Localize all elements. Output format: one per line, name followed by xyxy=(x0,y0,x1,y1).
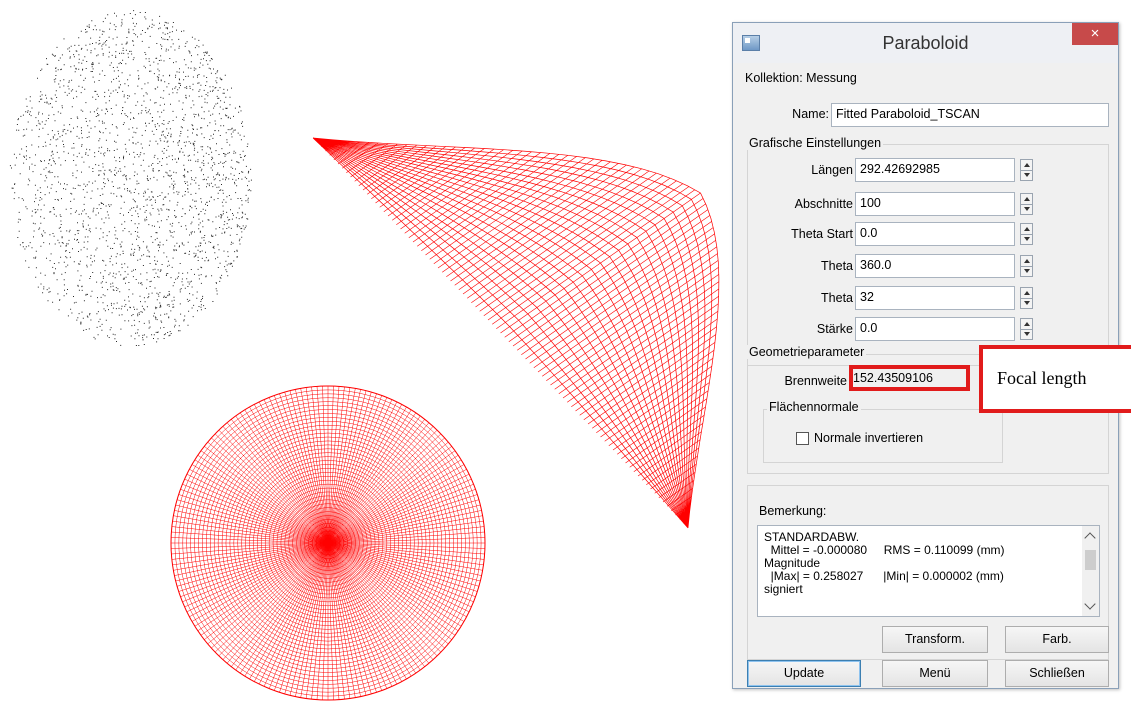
point-cloud xyxy=(9,10,252,346)
close-icon[interactable]: × xyxy=(1072,23,1118,45)
staerke-spinner[interactable] xyxy=(1020,318,1033,340)
menu-button[interactable]: Menü xyxy=(882,660,988,687)
remark-text: STANDARDABW. Mittel = -0.000080 RMS = 0.… xyxy=(764,531,1074,596)
invert-normal-checkbox[interactable] xyxy=(796,432,809,445)
theta-field[interactable]: 360.0 xyxy=(855,254,1015,278)
surface-normal-title: Flächennormale xyxy=(767,400,861,414)
close-button[interactable]: Schließen xyxy=(1005,660,1109,687)
name-field[interactable]: Fitted Paraboloid_TSCAN xyxy=(831,103,1109,127)
abschnitte-label: Abschnitte xyxy=(794,197,853,211)
theta-2-field[interactable]: 32 xyxy=(855,286,1015,310)
scroll-down-icon[interactable] xyxy=(1084,598,1096,610)
collection-label: Kollektion: Messung xyxy=(745,71,857,85)
geometry-params-title: Geometrieparameter xyxy=(747,345,867,359)
remark-line: |Max| = 0.258027 |Min| = 0.000002 (mm) xyxy=(764,569,1004,583)
theta-2-label: Theta xyxy=(821,291,853,305)
theta-start-label: Theta Start xyxy=(791,227,853,241)
name-label: Name: xyxy=(792,107,829,121)
focal-length-callout: Focal length xyxy=(979,345,1131,413)
scroll-up-icon[interactable] xyxy=(1084,532,1096,544)
laengen-label: Längen xyxy=(811,163,853,177)
abschnitte-spinner[interactable] xyxy=(1020,193,1033,215)
remark-title: Bemerkung: xyxy=(757,504,829,518)
staerke-label: Stärke xyxy=(816,322,853,336)
scroll-thumb[interactable] xyxy=(1085,550,1096,570)
abschnitte-field[interactable]: 100 xyxy=(855,192,1015,216)
color-button[interactable]: Farb. xyxy=(1005,626,1109,653)
focal-length-highlight xyxy=(849,365,970,391)
theta-start-field[interactable]: 0.0 xyxy=(855,222,1015,246)
laengen-field[interactable]: 292.42692985 xyxy=(855,158,1015,182)
theta-spinner[interactable] xyxy=(1020,255,1033,277)
scene-canvas xyxy=(9,10,720,701)
title-bar[interactable]: Paraboloid × xyxy=(733,23,1118,63)
transform-button[interactable]: Transform. xyxy=(882,626,988,653)
callout-text: Focal length xyxy=(997,368,1087,388)
remark-scrollbar[interactable] xyxy=(1082,526,1099,616)
theta-start-spinner[interactable] xyxy=(1020,223,1033,245)
theta-label: Theta xyxy=(821,259,853,273)
remark-textarea[interactable]: STANDARDABW. Mittel = -0.000080 RMS = 0.… xyxy=(757,525,1100,617)
paraboloid-top-mesh xyxy=(170,385,486,701)
update-button[interactable]: Update xyxy=(747,660,861,687)
laengen-spinner[interactable] xyxy=(1020,159,1033,181)
graphic-settings-title: Grafische Einstellungen xyxy=(747,136,884,150)
theta-2-spinner[interactable] xyxy=(1020,287,1033,309)
viewport[interactable] xyxy=(0,0,720,701)
focal-length-label: Brennweite xyxy=(784,374,847,388)
invert-normal-label: Normale invertieren xyxy=(814,431,924,445)
remark-line: signiert xyxy=(764,582,803,596)
staerke-field[interactable]: 0.0 xyxy=(855,317,1015,341)
dialog-title: Paraboloid xyxy=(882,33,969,53)
